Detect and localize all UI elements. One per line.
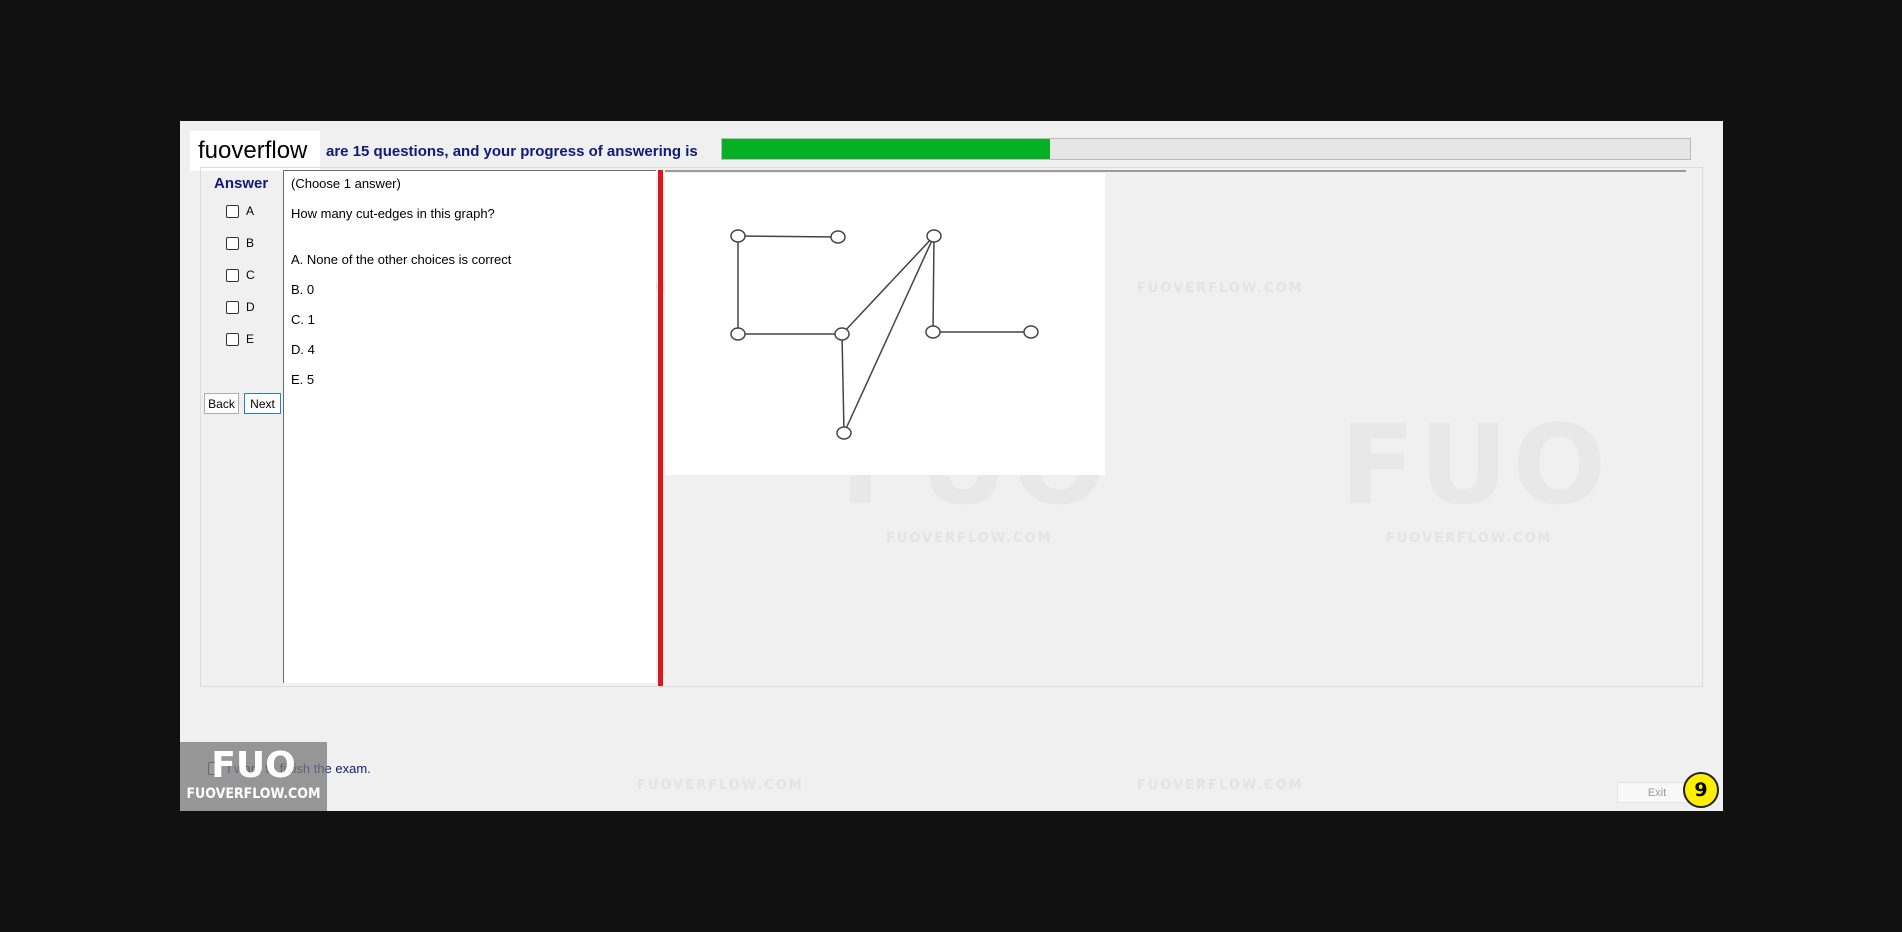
graph-image bbox=[665, 173, 1105, 475]
watermark-text: FUOVERFLOW.COM bbox=[637, 778, 804, 793]
checkbox-e[interactable] bbox=[226, 332, 239, 346]
graph-node bbox=[1023, 325, 1039, 339]
exam-window: FUO FUO FUO FUOVERFLOW.COM FUOVERFLOW.CO… bbox=[180, 121, 1723, 811]
answer-option-label: B bbox=[246, 236, 255, 250]
graph-node bbox=[925, 325, 941, 339]
graph-node bbox=[834, 327, 850, 341]
progress-fill bbox=[722, 139, 1051, 159]
graph-node bbox=[836, 426, 852, 440]
page-number-badge: 9 bbox=[1683, 772, 1719, 808]
back-button[interactable]: Back bbox=[204, 393, 239, 414]
logo-mark: FUO bbox=[211, 745, 296, 786]
graph-edge bbox=[841, 235, 935, 335]
choice-a: A. None of the other choices is correct bbox=[291, 252, 512, 267]
watermark-text: FUOVERFLOW.COM bbox=[1137, 778, 1304, 793]
brand-label: fuoverflow bbox=[190, 131, 320, 171]
checkbox-c[interactable] bbox=[226, 268, 239, 282]
fuoverflow-logo: FUO FUOVERFLOW.COM bbox=[180, 742, 327, 811]
choice-b: B. 0 bbox=[291, 282, 315, 297]
answer-option-c[interactable]: C bbox=[226, 268, 255, 282]
question-panel: (Choose 1 answer) How many cut-edges in … bbox=[283, 170, 656, 683]
graph-edge bbox=[932, 235, 935, 333]
logo-text: FUOVERFLOW.COM bbox=[186, 786, 321, 802]
graph-edge bbox=[843, 235, 935, 434]
question-instruction: (Choose 1 answer) bbox=[291, 176, 401, 191]
answer-option-d[interactable]: D bbox=[226, 300, 255, 314]
graph-edge bbox=[841, 333, 845, 434]
checkbox-d[interactable] bbox=[226, 300, 239, 314]
answer-option-label: D bbox=[246, 300, 255, 314]
checkbox-b[interactable] bbox=[226, 236, 239, 250]
choice-c: C. 1 bbox=[291, 312, 315, 327]
graph-node bbox=[730, 229, 746, 243]
graph-node bbox=[926, 229, 942, 243]
image-panel bbox=[665, 170, 1686, 683]
graph-node bbox=[730, 327, 746, 341]
answer-heading: Answer bbox=[214, 175, 269, 192]
answer-option-label: C bbox=[246, 268, 255, 282]
progress-bar bbox=[721, 138, 1691, 160]
choice-d: D. 4 bbox=[291, 342, 315, 357]
graph-diagram bbox=[730, 229, 1039, 440]
progress-label: are 15 questions, and your progress of a… bbox=[326, 143, 698, 160]
choice-e: E. 5 bbox=[291, 372, 315, 387]
answer-option-label: E bbox=[246, 332, 255, 346]
graph-node bbox=[830, 230, 846, 244]
answer-option-b[interactable]: B bbox=[226, 236, 254, 250]
answer-option-label: A bbox=[246, 204, 255, 218]
graph-edge bbox=[737, 235, 839, 238]
answer-option-a[interactable]: A bbox=[226, 204, 254, 218]
question-prompt: How many cut-edges in this graph? bbox=[291, 206, 495, 221]
answer-option-e[interactable]: E bbox=[226, 332, 254, 346]
next-button[interactable]: Next bbox=[244, 393, 281, 414]
panel-splitter[interactable] bbox=[658, 170, 663, 686]
checkbox-a[interactable] bbox=[226, 204, 239, 218]
